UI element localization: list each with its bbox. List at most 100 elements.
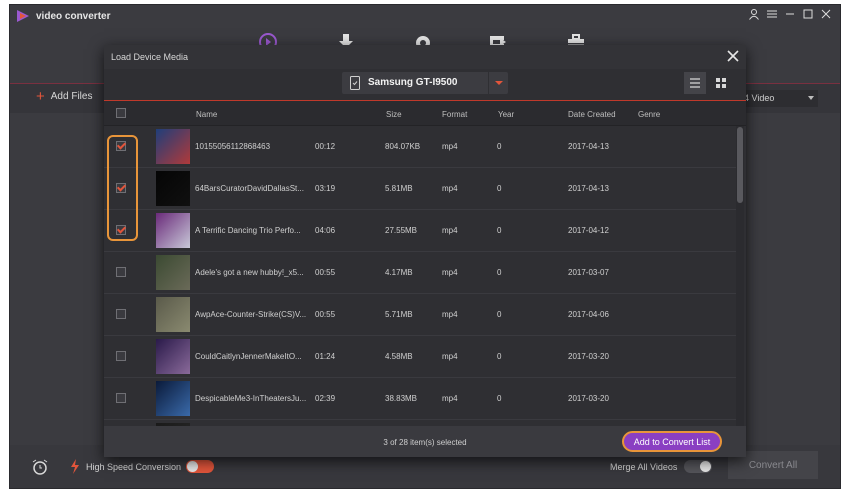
close-icon[interactable] bbox=[820, 8, 832, 23]
media-row[interactable]: DespicableMe3-InTheatersJu... 02:39 38.83M… bbox=[104, 378, 736, 420]
media-row[interactable]: Adele's got a new hubby!_x5... 00:55 4.17M… bbox=[104, 252, 736, 294]
media-row[interactable]: A Terrific Dancing Trio Perfo... 04:06 27.… bbox=[104, 210, 736, 252]
video-thumbnail bbox=[156, 297, 190, 332]
plus-icon: + bbox=[36, 87, 45, 105]
maximize-icon[interactable] bbox=[802, 8, 814, 23]
row-checkbox[interactable] bbox=[116, 309, 126, 319]
add-to-convert-list-button[interactable]: Add to Convert List bbox=[622, 431, 722, 452]
row-format: mp4 bbox=[442, 310, 458, 319]
media-row[interactable]: CouldCaitlynJennerMakeItO... 01:24 4.58MB m… bbox=[104, 336, 736, 378]
row-checkbox[interactable] bbox=[116, 393, 126, 403]
row-size: 804.07KB bbox=[385, 142, 421, 151]
column-format[interactable]: Format bbox=[442, 110, 467, 119]
dialog-title: Load Device Media bbox=[111, 52, 189, 62]
media-row[interactable]: 10155056112868463 00:12 804.07KB mp4 0 2017-0… bbox=[104, 126, 736, 168]
row-format: mp4 bbox=[442, 268, 458, 277]
list-view-icon[interactable] bbox=[684, 72, 706, 94]
row-duration: 01:24 bbox=[315, 352, 336, 361]
high-speed-toggle[interactable] bbox=[186, 460, 214, 473]
row-date: 2017-04-13 bbox=[568, 184, 609, 193]
row-year: 0 bbox=[497, 226, 502, 235]
chevron-down-icon bbox=[495, 81, 503, 85]
video-thumbnail bbox=[156, 339, 190, 374]
row-year: 0 bbox=[497, 352, 502, 361]
row-checkbox[interactable] bbox=[116, 351, 126, 361]
app-title: video converter bbox=[36, 11, 111, 22]
row-size: 5.81MB bbox=[385, 184, 413, 193]
media-row[interactable]: AwpAce-Counter-Strike(CS)V... 00:55 5.71MB… bbox=[104, 294, 736, 336]
row-format: mp4 bbox=[442, 226, 458, 235]
close-icon[interactable] bbox=[726, 49, 740, 63]
row-duration: 03:19 bbox=[315, 184, 336, 193]
menu-icon[interactable] bbox=[766, 8, 778, 23]
row-name: Adele's got a new hubby!_x5... bbox=[195, 268, 304, 277]
row-duration: 00:55 bbox=[315, 268, 336, 277]
row-size: 4.17MB bbox=[385, 268, 413, 277]
video-thumbnail bbox=[156, 213, 190, 248]
row-name: CouldCaitlynJennerMakeItO... bbox=[195, 352, 302, 361]
high-speed-label: High Speed Conversion bbox=[86, 462, 182, 472]
video-type-select[interactable]: 4 Video bbox=[740, 90, 818, 107]
toggle-knob bbox=[700, 461, 711, 472]
device-row: Samsung GT-I9500 bbox=[104, 69, 746, 99]
add-files-button[interactable]: + Add Files bbox=[36, 87, 93, 105]
video-thumbnail bbox=[156, 171, 190, 206]
row-format: mp4 bbox=[442, 352, 458, 361]
select-all-checkbox[interactable] bbox=[116, 108, 126, 118]
row-date: 2017-03-20 bbox=[568, 394, 609, 403]
video-thumbnail bbox=[156, 381, 190, 416]
merge-toggle[interactable] bbox=[684, 460, 712, 473]
minimize-icon[interactable] bbox=[784, 8, 796, 23]
column-date-created[interactable]: Date Created bbox=[568, 110, 616, 119]
alarm-clock-icon[interactable] bbox=[32, 459, 48, 475]
row-duration: 00:12 bbox=[315, 142, 336, 151]
user-icon[interactable] bbox=[748, 8, 760, 23]
row-size: 5.71MB bbox=[385, 310, 413, 319]
add-files-label: Add Files bbox=[50, 91, 93, 102]
lightning-icon bbox=[71, 459, 79, 474]
scrollbar-thumb[interactable] bbox=[737, 127, 743, 203]
media-list: 10155056112868463 00:12 804.07KB mp4 0 2017-0… bbox=[104, 126, 736, 426]
video-thumbnail bbox=[156, 255, 190, 290]
window-controls bbox=[748, 8, 832, 23]
row-year: 0 bbox=[497, 142, 502, 151]
row-date: 2017-04-13 bbox=[568, 142, 609, 151]
grid-view-icon[interactable] bbox=[710, 72, 732, 94]
row-format: mp4 bbox=[442, 142, 458, 151]
app-logo-icon bbox=[17, 10, 29, 22]
row-year: 0 bbox=[497, 310, 502, 319]
dialog-header: Load Device Media bbox=[104, 45, 746, 69]
device-select[interactable]: Samsung GT-I9500 bbox=[342, 72, 508, 94]
checked-items-highlight bbox=[107, 135, 138, 241]
row-date: 2017-03-07 bbox=[568, 268, 609, 277]
row-duration: 00:55 bbox=[315, 310, 336, 319]
row-year: 0 bbox=[497, 268, 502, 277]
row-date: 2017-04-06 bbox=[568, 310, 609, 319]
row-name: DespicableMe3-InTheatersJu... bbox=[195, 394, 307, 403]
column-name[interactable]: Name bbox=[196, 110, 217, 119]
column-size[interactable]: Size bbox=[386, 110, 402, 119]
row-size: 38.83MB bbox=[385, 394, 418, 403]
row-year: 0 bbox=[497, 184, 502, 193]
toggle-knob bbox=[187, 461, 198, 472]
row-size: 27.55MB bbox=[385, 226, 418, 235]
device-dropdown-button[interactable] bbox=[488, 72, 508, 94]
row-duration: 04:06 bbox=[315, 226, 336, 235]
column-year[interactable]: Year bbox=[498, 110, 514, 119]
row-year: 0 bbox=[497, 394, 502, 403]
row-name: AwpAce-Counter-Strike(CS)V... bbox=[195, 310, 307, 319]
chevron-down-icon bbox=[808, 96, 814, 100]
row-date: 2017-04-12 bbox=[568, 226, 609, 235]
row-name: 10155056112868463 bbox=[195, 142, 271, 151]
video-thumbnail bbox=[156, 129, 190, 164]
dialog-footer: 3 of 28 item(s) selected Add to Convert … bbox=[104, 426, 746, 457]
row-name: A Terrific Dancing Trio Perfo... bbox=[195, 226, 301, 235]
load-device-media-dialog: Load Device Media Samsung GT-I9500 Name … bbox=[104, 45, 746, 457]
media-row[interactable]: 64BarsCuratorDavidDallasSt... 03:19 5.81MB… bbox=[104, 168, 736, 210]
phone-icon bbox=[350, 76, 360, 90]
row-duration: 02:39 bbox=[315, 394, 336, 403]
row-date: 2017-03-20 bbox=[568, 352, 609, 361]
device-name: Samsung GT-I9500 bbox=[368, 77, 458, 88]
column-genre[interactable]: Genre bbox=[638, 110, 660, 119]
row-checkbox[interactable] bbox=[116, 267, 126, 277]
